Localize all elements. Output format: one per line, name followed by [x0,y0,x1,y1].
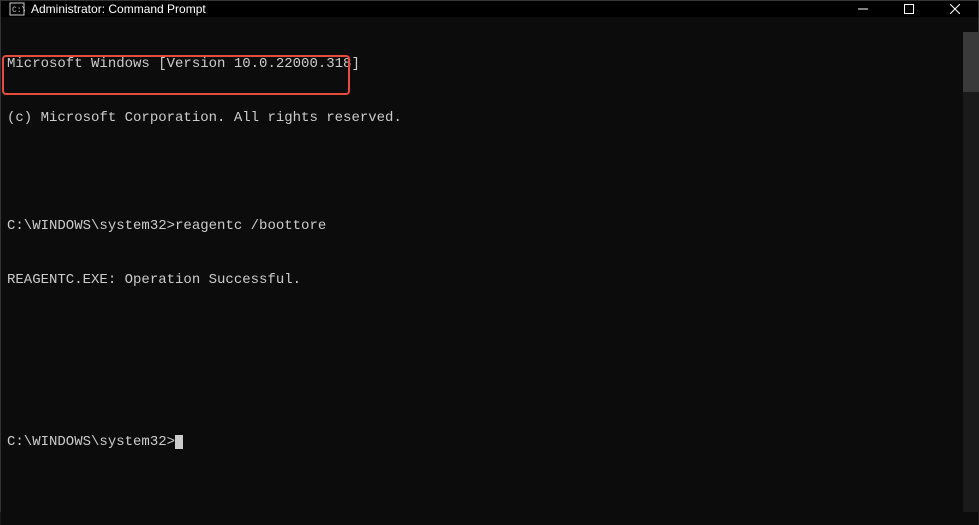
terminal-line: Microsoft Windows [Version 10.0.22000.31… [7,55,972,73]
command: reagentc /boottore [175,218,326,234]
prompt: C:\WINDOWS\system32> [7,434,175,450]
scrollbar[interactable] [963,32,979,512]
blank-line [7,163,972,181]
scrollbar-thumb[interactable] [963,32,979,92]
window-controls [840,1,978,17]
terminal-body[interactable]: Microsoft Windows [Version 10.0.22000.31… [1,17,978,525]
titlebar-left: C:\ Administrator: Command Prompt [9,1,206,17]
maximize-button[interactable] [886,1,932,17]
blank-line [7,325,972,343]
cmd-icon: C:\ [9,1,25,17]
terminal-line: C:\WINDOWS\system32> [7,433,972,451]
svg-text:C:\: C:\ [12,6,25,15]
cursor [175,435,183,449]
minimize-button[interactable] [840,1,886,17]
terminal-line: (c) Microsoft Corporation. All rights re… [7,109,972,127]
command-prompt-window: C:\ Administrator: Command Prompt Micros… [0,0,979,512]
terminal-line: REAGENTC.EXE: Operation Successful. [7,271,972,289]
terminal-line: C:\WINDOWS\system32>reagentc /boottore [7,217,972,235]
close-button[interactable] [932,1,978,17]
titlebar[interactable]: C:\ Administrator: Command Prompt [1,1,978,17]
blank-line [7,379,972,397]
prompt: C:\WINDOWS\system32> [7,218,175,234]
window-title: Administrator: Command Prompt [31,2,206,16]
